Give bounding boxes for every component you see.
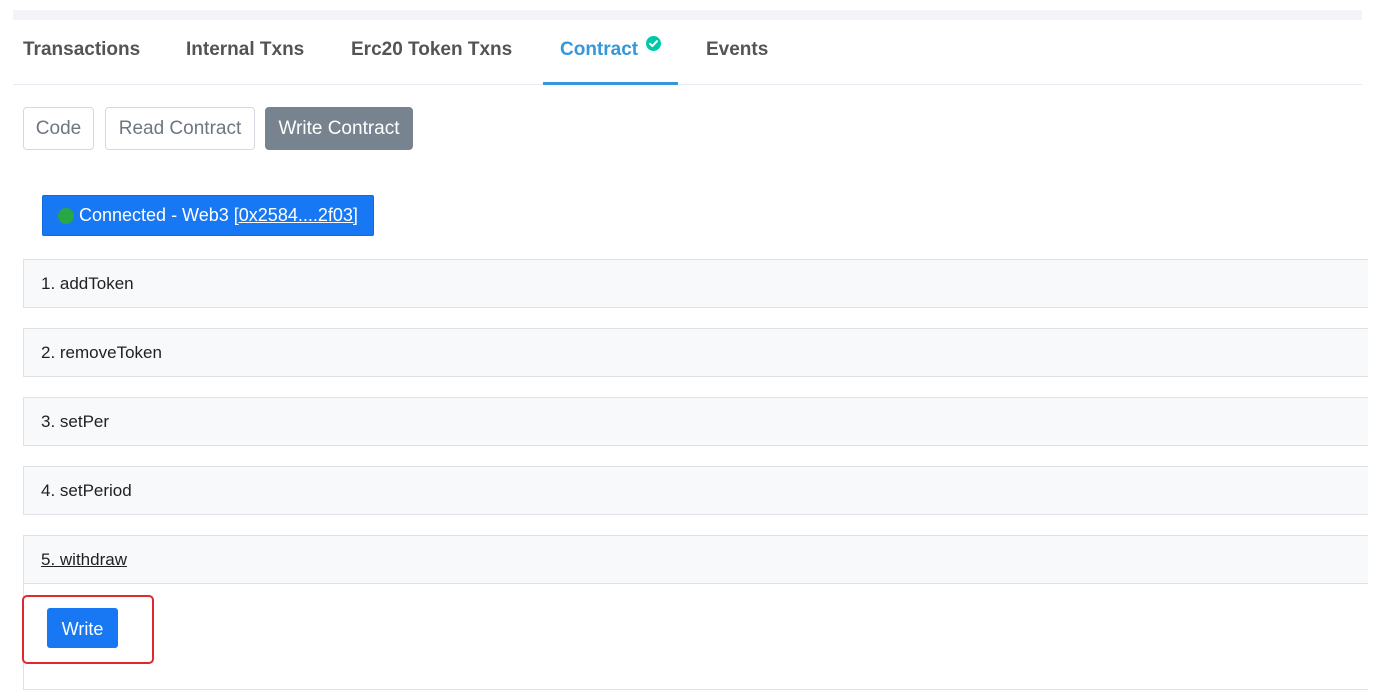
- function-label: 5. withdraw: [41, 550, 127, 569]
- function-label: 4. setPeriod: [41, 481, 132, 500]
- withdraw-function-body: [23, 584, 1368, 690]
- connected-status-icon: [58, 208, 74, 224]
- connected-status-label: Connected - Web3 [0x2584....2f03]: [79, 196, 358, 235]
- tab-internal-txns[interactable]: Internal Txns: [186, 20, 304, 84]
- function-row-removetoken[interactable]: 2. removeToken: [23, 328, 1368, 377]
- function-row-withdraw[interactable]: 5. withdraw: [23, 535, 1368, 584]
- connection-status-text: Connected - Web3: [79, 205, 229, 225]
- wallet-address-link[interactable]: [0x2584....2f03]: [234, 205, 358, 225]
- function-row-setper[interactable]: 3. setPer: [23, 397, 1368, 446]
- read-contract-button[interactable]: Read Contract: [105, 107, 255, 150]
- function-label: 1. addToken: [41, 274, 134, 293]
- tab-events[interactable]: Events: [706, 20, 768, 84]
- function-row-addtoken[interactable]: 1. addToken: [23, 259, 1368, 308]
- check-circle-icon: [646, 36, 661, 51]
- write-contract-button[interactable]: Write Contract: [265, 107, 413, 150]
- write-button[interactable]: Write: [47, 608, 118, 648]
- contract-tabs: Transactions Internal Txns Erc20 Token T…: [13, 20, 1362, 85]
- top-strip: [13, 10, 1362, 20]
- active-tab-indicator: [543, 82, 678, 85]
- function-label: 3. setPer: [41, 412, 110, 431]
- tab-erc20-token-txns[interactable]: Erc20 Token Txns: [351, 20, 512, 84]
- function-row-setperiod[interactable]: 4. setPeriod: [23, 466, 1368, 515]
- code-button[interactable]: Code: [23, 107, 94, 150]
- function-label: 2. removeToken: [41, 343, 162, 362]
- tab-contract[interactable]: Contract: [560, 20, 638, 84]
- connected-web3-button[interactable]: Connected - Web3 [0x2584....2f03]: [42, 195, 374, 236]
- tab-transactions[interactable]: Transactions: [23, 20, 140, 84]
